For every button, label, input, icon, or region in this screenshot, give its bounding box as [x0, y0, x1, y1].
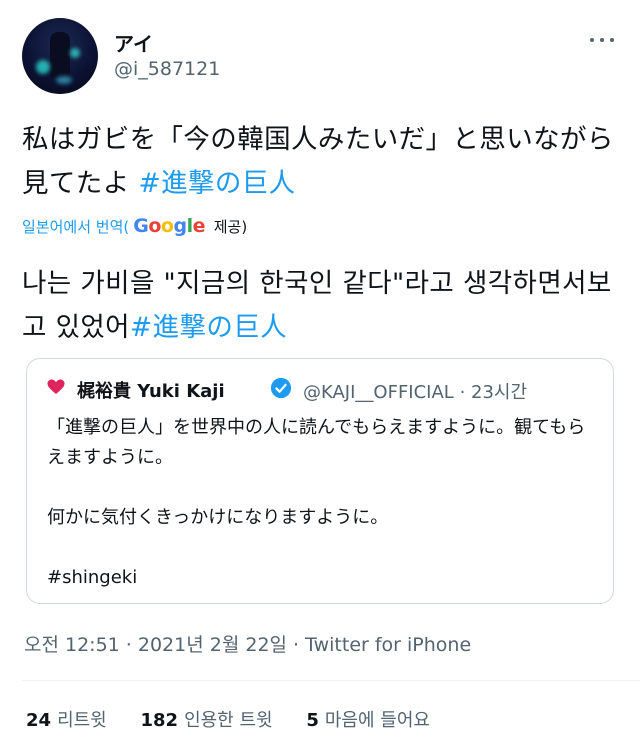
quoted-line — [47, 533, 597, 563]
heart-logo-icon — [47, 379, 65, 394]
tweet-hashtag[interactable]: #進撃の巨人 — [138, 168, 295, 199]
translated-hashtag[interactable]: #進撃の巨人 — [130, 312, 287, 343]
like-count[interactable]: 5 — [306, 710, 319, 731]
quoted-text: 「進撃の巨人」を世界中の人に読んでもらえますように。観てもらえますように。 何か… — [47, 413, 597, 593]
quoted-tweet[interactable]: 梶裕貴 Yuki Kaji @KAJI__OFFICIAL · 23시간 「進撃… — [26, 358, 614, 604]
author-handle[interactable]: @i_587121 — [114, 58, 220, 80]
tweet-text: 私はガビを「今の韓国人みたいだ」と思いながら見てたよ #進撃の巨人 — [22, 118, 622, 206]
tweet-timestamp: 오전 12:51 · 2021년 2월 22일 · Twitter for iP… — [24, 630, 471, 657]
quoted-meta: @KAJI__OFFICIAL · 23시간 — [303, 378, 527, 404]
retweet-label[interactable]: 리트윗 — [57, 710, 107, 731]
timestamp-text[interactable]: 오전 12:51 · 2021년 2월 22일 — [24, 634, 287, 656]
translation-label[interactable]: 일본어에서 번역(Google 제공) — [22, 215, 247, 237]
tweet-stats: 24 리트윗 182 인용한 트윗 5 마음에 들어요 — [26, 706, 458, 732]
avatar-glow — [56, 76, 72, 84]
tweet-body: 私はガビを「今の韓国人みたいだ」と思いながら見てたよ — [22, 124, 614, 199]
avatar-figure — [50, 32, 70, 78]
google-logo: Google — [133, 215, 205, 237]
avatar[interactable] — [22, 18, 98, 94]
divider — [22, 680, 640, 681]
quoted-line: #shingeki — [47, 567, 138, 588]
translated-text: 나는 가비을 "지금의 한국인 같다"라고 생각하면서보고 있었어#進撃の巨人 — [22, 262, 622, 350]
verified-badge-icon — [270, 377, 292, 399]
tweet-source[interactable]: Twitter for iPhone — [305, 634, 471, 656]
translation-prefix: 일본어에서 번역( — [22, 218, 130, 236]
timestamp-separator: · — [287, 634, 306, 656]
quoted-handle: @KAJI__OFFICIAL — [303, 382, 454, 403]
avatar-glow — [70, 48, 80, 58]
more-options-icon[interactable] — [590, 30, 614, 50]
quote-label[interactable]: 인용한 트윗 — [184, 710, 273, 731]
quoted-line — [47, 473, 597, 503]
quoted-author-name[interactable]: 梶裕貴 Yuki Kaji — [77, 377, 225, 403]
quoted-line: 何かに気付くきっかけになりますように。 — [47, 507, 389, 528]
translation-suffix: 제공) — [208, 218, 248, 236]
translated-body: 나는 가비을 "지금의 한국인 같다"라고 생각하면서보고 있었어 — [22, 268, 612, 343]
quoted-time: · 23시간 — [459, 382, 528, 403]
like-label[interactable]: 마음에 들어요 — [325, 710, 430, 731]
retweet-count[interactable]: 24 — [26, 710, 51, 731]
quote-count[interactable]: 182 — [140, 710, 178, 731]
author-name[interactable]: アイ — [114, 28, 153, 57]
avatar-glow — [36, 60, 50, 74]
quoted-line: 「進撃の巨人」を世界中の人に読んでもらえますように。観てもらえますように。 — [47, 417, 586, 468]
